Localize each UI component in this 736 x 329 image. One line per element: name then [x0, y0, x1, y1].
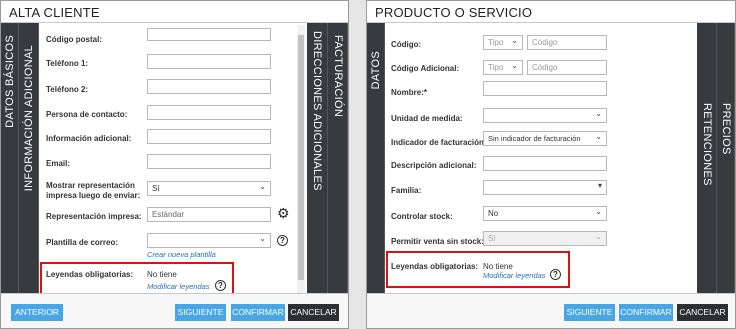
siguiente-button[interactable]: SIGUIENTE [564, 304, 615, 321]
codigo-input[interactable]: Código [527, 35, 607, 50]
confirmar-button[interactable]: CONFIRMAR [231, 304, 285, 321]
tab-label: DATOS [370, 51, 382, 90]
alta-cliente-dialog: ALTA CLIENTE DATOS BÁSICOS INFORMACIÓN A… [0, 0, 349, 329]
informacion-adicional-input[interactable] [147, 129, 271, 144]
chevron-down-icon: ⌄ [595, 207, 602, 216]
tab-label: RETENCIONES [701, 103, 713, 186]
codigo-tipo-select[interactable]: Tipo ⌄ [483, 35, 523, 50]
familia-select[interactable]: ▾ [483, 180, 607, 195]
descripcion-adicional-label: Descripción adicional: [391, 161, 477, 170]
anterior-button[interactable]: ANTERIOR [11, 304, 63, 321]
nombre-input[interactable] [483, 81, 607, 96]
permitir-venta-select: Sí ⌄ [483, 231, 607, 246]
chevron-down-icon: ⌄ [259, 182, 266, 191]
plantilla-correo-select[interactable]: ⌄ [147, 233, 271, 248]
scrollbar-thumb[interactable] [298, 35, 304, 280]
codigo-postal-label: Código postal: [46, 35, 102, 44]
codigo-adicional-input[interactable]: Código [527, 60, 607, 75]
informacion-adicional-label: Información adicional: [46, 134, 132, 143]
modificar-leyendas-link[interactable]: Modificar leyendas [147, 282, 210, 291]
leyendas-value: No tiene [483, 262, 513, 271]
producto-servicio-dialog: PRODUCTO O SERVICIO DATOS RETENCIONES PR… [366, 0, 736, 329]
telefono1-input[interactable] [147, 54, 271, 69]
caret-down-icon: ▾ [597, 181, 602, 190]
cancelar-button[interactable]: CANCELAR [677, 304, 728, 321]
telefono1-label: Teléfono 1: [46, 59, 89, 68]
persona-contacto-input[interactable] [147, 105, 271, 120]
unidad-medida-label: Unidad de medida: [391, 114, 463, 123]
familia-label: Familia: [391, 186, 422, 195]
tab-label: PRECIOS [720, 103, 732, 155]
leyendas-label: Leyendas obligatorias: [46, 270, 134, 279]
select-value: No [488, 209, 499, 218]
tab-direcciones-adicionales[interactable]: DIRECCIONES ADICIONALES [307, 23, 328, 296]
tab-facturacion[interactable]: FACTURACIÓN [328, 23, 348, 296]
input-placeholder: Código [532, 38, 558, 47]
tab-label: FACTURACIÓN [332, 35, 344, 118]
controlar-stock-select[interactable]: No ⌄ [483, 206, 607, 221]
telefono2-input[interactable] [147, 79, 271, 94]
persona-contacto-label: Persona de contacto: [46, 110, 128, 119]
leyendas-value: No tiene [147, 270, 177, 279]
mostrar-representacion-select[interactable]: Sí ⌄ [147, 181, 271, 196]
siguiente-button[interactable]: SIGUIENTE [175, 304, 226, 321]
tab-datos-basicos[interactable]: DATOS BÁSICOS [1, 23, 19, 296]
indicador-facturacion-select[interactable]: Sin indicador de facturación ⌄ [483, 131, 607, 146]
chevron-down-icon: ⌄ [511, 36, 518, 45]
dialog-title: ALTA CLIENTE [1, 1, 348, 23]
chevron-down-icon: ⌄ [595, 232, 602, 241]
tab-datos[interactable]: DATOS [367, 23, 385, 296]
crear-plantilla-link[interactable]: Crear nueva plantilla [147, 250, 216, 259]
select-value: Sí [152, 184, 160, 193]
unidad-medida-select[interactable]: ⌄ [483, 108, 607, 123]
chevron-down-icon: ⌄ [259, 234, 266, 243]
select-placeholder: Tipo [488, 38, 504, 47]
dialog-title: PRODUCTO O SERVICIO [367, 1, 735, 23]
modificar-leyendas-link[interactable]: Modificar leyendas [483, 271, 546, 280]
email-label: Email: [46, 159, 71, 168]
input-placeholder: Código [532, 63, 558, 72]
leyendas-label: Leyendas obligatorias: [391, 262, 479, 271]
controlar-stock-label: Controlar stock: [391, 212, 453, 221]
form-scrollbar[interactable] [297, 25, 305, 295]
representacion-impresa-input[interactable]: Estándar [147, 207, 271, 222]
select-placeholder: Tipo [488, 63, 504, 72]
select-value: Sin indicador de facturación [488, 134, 581, 143]
tab-precios[interactable]: PRECIOS [717, 23, 735, 296]
help-icon[interactable]: ? [277, 235, 288, 246]
input-value: Estándar [152, 210, 185, 219]
select-value: Sí [488, 234, 496, 243]
tab-informacion-adicional[interactable]: INFORMACIÓN ADICIONAL [19, 23, 39, 296]
tab-label: INFORMACIÓN ADICIONAL [23, 45, 35, 192]
codigo-label: Código: [391, 40, 422, 49]
permitir-venta-label: Permitir venta sin stock: [391, 237, 484, 246]
codigo-adicional-tipo-select[interactable]: Tipo ⌄ [483, 60, 523, 75]
cancelar-button[interactable]: CANCELAR [288, 304, 339, 321]
help-icon[interactable]: ? [550, 269, 561, 280]
tab-label: DATOS BÁSICOS [4, 35, 16, 128]
codigo-adicional-label: Código Adicional: [391, 64, 460, 73]
codigo-postal-input[interactable] [147, 28, 271, 41]
email-input[interactable] [147, 154, 271, 169]
chevron-down-icon: ⌄ [595, 132, 602, 141]
descripcion-adicional-input[interactable] [483, 156, 607, 171]
nombre-label: Nombre:* [391, 88, 428, 97]
help-icon[interactable]: ? [215, 280, 226, 291]
telefono2-label: Teléfono 2: [46, 85, 89, 94]
confirmar-button[interactable]: CONFIRMAR [619, 304, 673, 321]
tab-retenciones[interactable]: RETENCIONES [697, 23, 717, 296]
chevron-down-icon: ⌄ [595, 109, 602, 118]
mostrar-representacion-label: Mostrar representación impresa luego de … [46, 181, 141, 200]
gear-icon[interactable]: ⚙ [277, 206, 290, 220]
tab-label: DIRECCIONES ADICIONALES [311, 31, 323, 191]
chevron-down-icon: ⌄ [511, 61, 518, 70]
indicador-facturacion-label: Indicador de facturación: [391, 138, 487, 147]
representacion-impresa-label: Representación impresa: [46, 212, 142, 221]
plantilla-correo-label: Plantilla de correo: [46, 238, 119, 247]
